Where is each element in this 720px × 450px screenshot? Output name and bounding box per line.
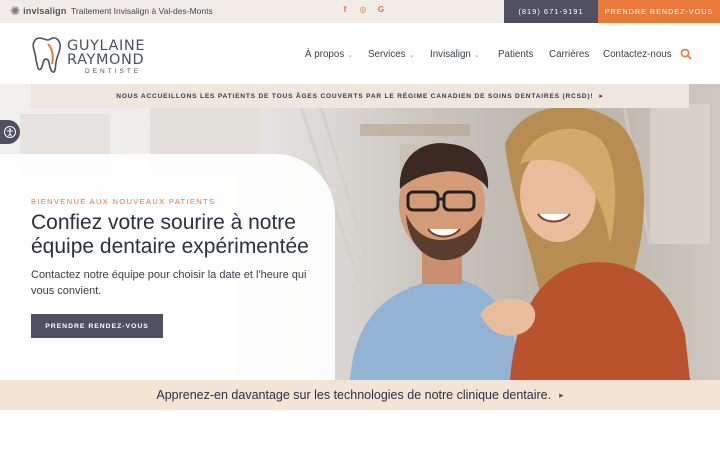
hero-kicker: BIENVENUE AUX NOUVEAUX PATIENTS xyxy=(31,197,216,206)
nav-item-invisalign[interactable]: Invisalign ⌄ xyxy=(430,49,480,60)
google-icon[interactable]: G xyxy=(376,5,386,14)
top-bar: ✺ invisalign Traitement Invisalign à Val… xyxy=(0,0,720,23)
hero-book-appointment-button[interactable]: PRENDRE RENDEZ-VOUS xyxy=(31,314,163,338)
social-links: f ◎ G xyxy=(340,5,386,14)
invisalign-wordmark: invisalign xyxy=(23,6,67,16)
technology-banner-text: Apprenez-en davantage sur les technologi… xyxy=(156,388,552,402)
site-header: GUYLAINE RAYMOND DENTISTE À propos ⌄ Serv… xyxy=(0,23,720,84)
nav-label: Contactez-nous xyxy=(603,49,672,60)
announcement-bar[interactable]: NOUS ACCUEILLONS LES PATIENTS DE TOUS ÂG… xyxy=(31,84,689,108)
hero-headline: Confiez votre sourire à notre équipe den… xyxy=(31,211,309,258)
invisalign-logo[interactable]: ✺ invisalign xyxy=(10,5,67,17)
nav-item-a-propos[interactable]: À propos ⌄ xyxy=(305,49,353,60)
logo-subtitle: DENTISTE xyxy=(85,68,142,75)
nav-label: Carrières xyxy=(549,49,590,60)
nav-label: À propos xyxy=(305,49,345,60)
tooth-logo-icon xyxy=(32,37,61,73)
facebook-icon[interactable]: f xyxy=(340,5,350,14)
accessibility-icon xyxy=(4,126,16,138)
caret-right-icon: ▸ xyxy=(559,389,564,400)
chevron-down-icon: ⌄ xyxy=(408,52,415,59)
search-icon[interactable] xyxy=(680,48,692,60)
topbar-tagline: Traitement Invisalign à Val-des-Monts xyxy=(71,6,213,16)
nav-label: Invisalign xyxy=(430,49,471,60)
phone-link[interactable]: (819) 671-9191 xyxy=(504,0,598,23)
chevron-down-icon: ⌄ xyxy=(347,52,354,59)
nav-item-carrieres[interactable]: Carrières xyxy=(549,49,589,60)
caret-right-icon: ▸ xyxy=(599,93,604,100)
nav-label: Patients xyxy=(498,49,534,60)
nav-item-patients[interactable]: Patients xyxy=(498,49,533,60)
hero-section: NOUS ACCUEILLONS LES PATIENTS DE TOUS ÂG… xyxy=(0,84,720,380)
clinic-logo[interactable]: GUYLAINE RAYMOND DENTISTE xyxy=(30,30,160,78)
nav-item-contact[interactable]: Contactez-nous xyxy=(603,49,672,60)
nav-label: Services xyxy=(368,49,406,60)
nav-item-services[interactable]: Services ⌄ xyxy=(368,49,414,60)
instagram-icon[interactable]: ◎ xyxy=(358,5,368,14)
technology-banner[interactable]: Apprenez-en davantage sur les technologi… xyxy=(0,380,720,410)
hero-couple-photo xyxy=(350,106,690,380)
announcement-text: NOUS ACCUEILLONS LES PATIENTS DE TOUS ÂG… xyxy=(116,92,594,100)
invisalign-star-icon: ✺ xyxy=(10,4,21,18)
book-appointment-button[interactable]: PRENDRE RENDEZ-VOUS xyxy=(598,0,720,23)
hero-subtext: Contactez notre équipe pour choisir la d… xyxy=(31,269,307,297)
logo-name-last: RAYMOND xyxy=(67,52,145,68)
chevron-down-icon: ⌄ xyxy=(473,52,480,59)
